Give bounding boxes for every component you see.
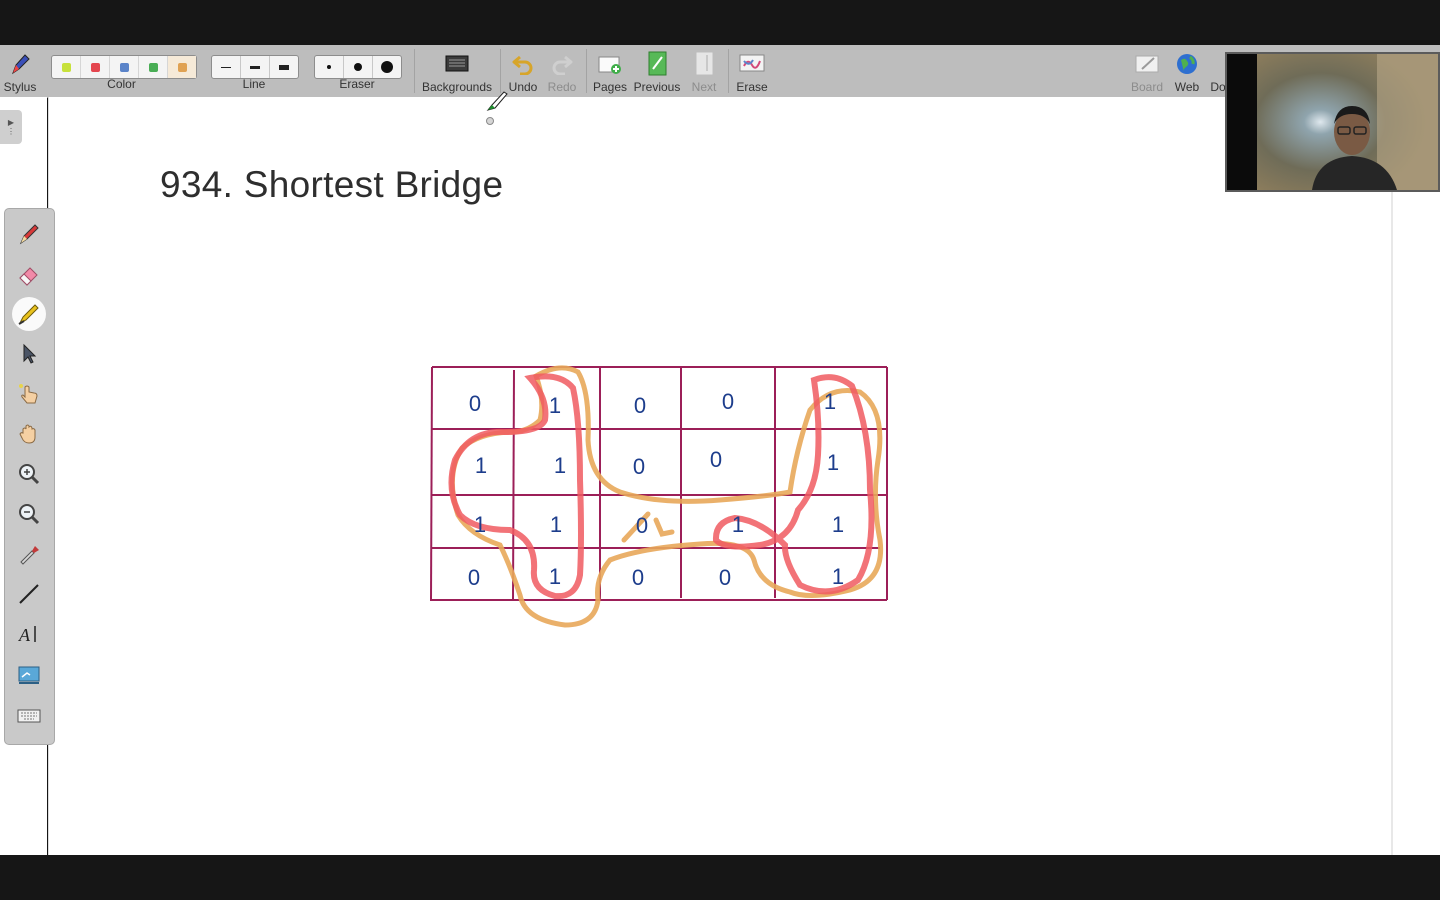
cell-digit: 0 [719, 565, 731, 590]
webcam-video [1225, 52, 1440, 192]
cell-digit: 0 [468, 565, 480, 590]
cell-digit: 0 [710, 447, 722, 472]
cell-digit: 1 [549, 393, 561, 418]
webcam-feed-image [1227, 54, 1438, 190]
bottom-letterbox [0, 855, 1440, 900]
cell-digit: 1 [474, 512, 486, 537]
cell-digit: 1 [832, 512, 844, 537]
cell-digit: 0 [632, 565, 644, 590]
cell-digit: 0 [634, 393, 646, 418]
cell-digit: 1 [832, 564, 844, 589]
cell-digit: 1 [554, 453, 566, 478]
cell-digit: 1 [549, 564, 561, 589]
cell-digit: 1 [550, 512, 562, 537]
cell-digit: 1 [732, 512, 744, 537]
cell-digit: 0 [633, 454, 645, 479]
cell-digit: 1 [827, 450, 839, 475]
cell-digit: 1 [824, 389, 836, 414]
cell-digit: 0 [636, 513, 648, 538]
cell-digit: 0 [469, 391, 481, 416]
cell-digit: 1 [475, 453, 487, 478]
cell-digit: 0 [722, 389, 734, 414]
grid-drawing: 0 1 0 0 1 1 1 0 0 1 1 1 0 1 1 0 1 0 0 1 [430, 365, 888, 628]
